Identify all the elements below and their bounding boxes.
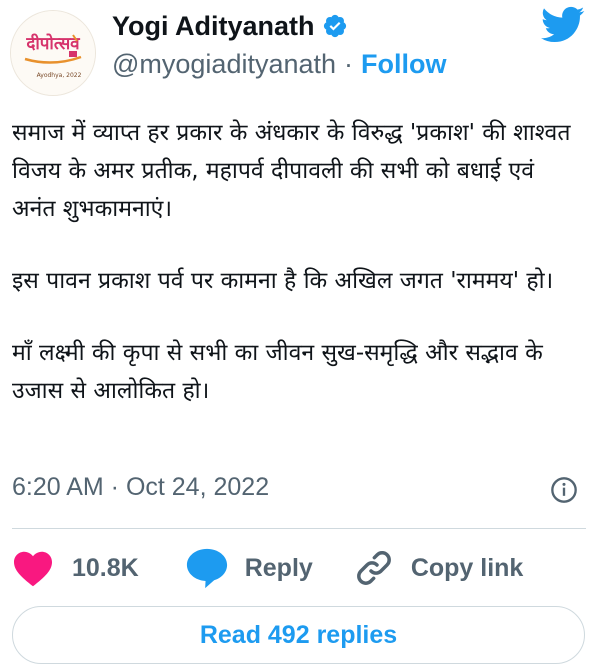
copy-link-button[interactable]: Copy link <box>353 547 524 589</box>
like-count: 10.8K <box>72 553 139 582</box>
reply-label: Reply <box>244 553 313 582</box>
author-block: Yogi Adityanath @myogiadityanath · Follo… <box>112 8 447 84</box>
handle-row: @myogiadityanath · Follow <box>112 44 447 84</box>
divider <box>12 528 586 529</box>
copy-link-label: Copy link <box>410 553 524 582</box>
verified-badge-icon <box>323 14 346 38</box>
author-name[interactable]: Yogi Adityanath <box>112 11 315 42</box>
info-icon[interactable] <box>550 476 578 504</box>
dipotsav-logo: दीपोत्सव Ayodhya, 2022 <box>11 11 95 95</box>
name-row: Yogi Adityanath <box>112 8 447 44</box>
like-button[interactable]: 10.8K <box>12 549 139 587</box>
avatar-sub-text: Ayodhya, 2022 <box>37 72 82 79</box>
read-replies-button[interactable]: Read 492 replies <box>12 606 585 664</box>
twitter-bird-icon[interactable] <box>541 6 585 44</box>
tweet-timestamp[interactable]: 6:20 AM · Oct 24, 2022 <box>12 473 269 502</box>
tweet-paragraph-1: समाज में व्याप्त हर प्रकार के अंधकार के … <box>12 120 571 222</box>
tweet-text: समाज में व्याप्त हर प्रकार के अंधकार के … <box>12 114 584 444</box>
heart-icon <box>14 551 52 587</box>
author-handle[interactable]: @myogiadityanath <box>112 49 336 80</box>
tweet-paragraph-2: इस पावन प्रकाश पर्व पर कामना है कि अखिल … <box>12 268 554 294</box>
tweet-paragraph-3: माँ लक्ष्मी की कृपा से सभी का जीवन सुख-स… <box>12 340 543 404</box>
speech-bubble-icon <box>186 548 227 589</box>
avatar[interactable]: दीपोत्सव Ayodhya, 2022 <box>10 10 96 96</box>
link-icon <box>356 551 391 585</box>
handle-separator: · <box>344 48 354 79</box>
action-bar: 10.8K Reply Copy link <box>12 545 523 591</box>
follow-button[interactable]: Follow <box>361 49 446 80</box>
reply-button[interactable]: Reply <box>185 547 313 589</box>
